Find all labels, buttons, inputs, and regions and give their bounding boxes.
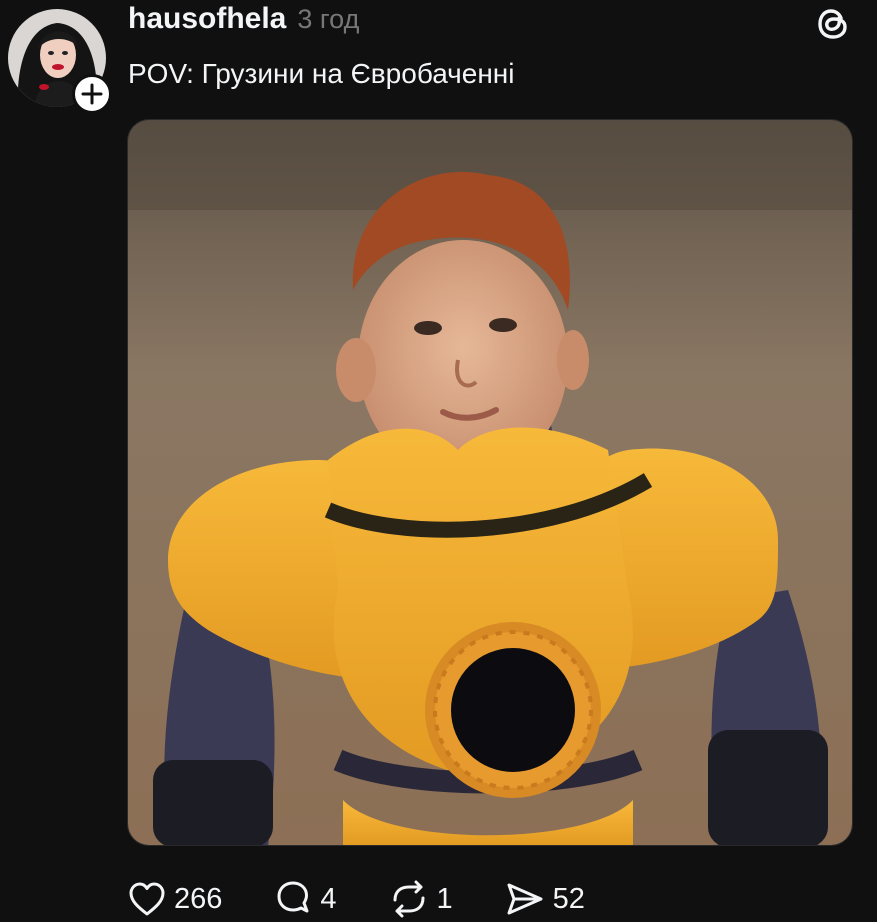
heart-icon — [129, 882, 165, 916]
repost-button[interactable]: 1 — [389, 880, 453, 918]
action-bar: 266 4 1 52 — [128, 876, 637, 922]
post-photo — [128, 120, 852, 845]
repost-count: 1 — [436, 882, 453, 915]
follow-button[interactable] — [72, 74, 112, 114]
username[interactable]: hausofhela — [128, 2, 286, 36]
post-caption: POV: Грузини на Євробаченні — [128, 58, 515, 89]
repost-icon — [393, 880, 425, 918]
like-button[interactable]: 266 — [128, 881, 222, 917]
comment-icon — [277, 881, 309, 913]
plus-icon — [81, 83, 103, 105]
post-timestamp[interactable]: 3 год — [297, 4, 359, 35]
post-media[interactable] — [127, 119, 853, 846]
share-button[interactable]: 52 — [505, 881, 585, 917]
send-icon — [507, 883, 543, 915]
comment-count: 4 — [320, 882, 337, 915]
threads-logo-icon[interactable] — [814, 4, 852, 44]
post-header: hausofhela 3 год — [128, 2, 359, 46]
comment-button[interactable]: 4 — [274, 880, 337, 918]
share-count: 52 — [552, 882, 585, 915]
like-count: 266 — [174, 882, 223, 915]
